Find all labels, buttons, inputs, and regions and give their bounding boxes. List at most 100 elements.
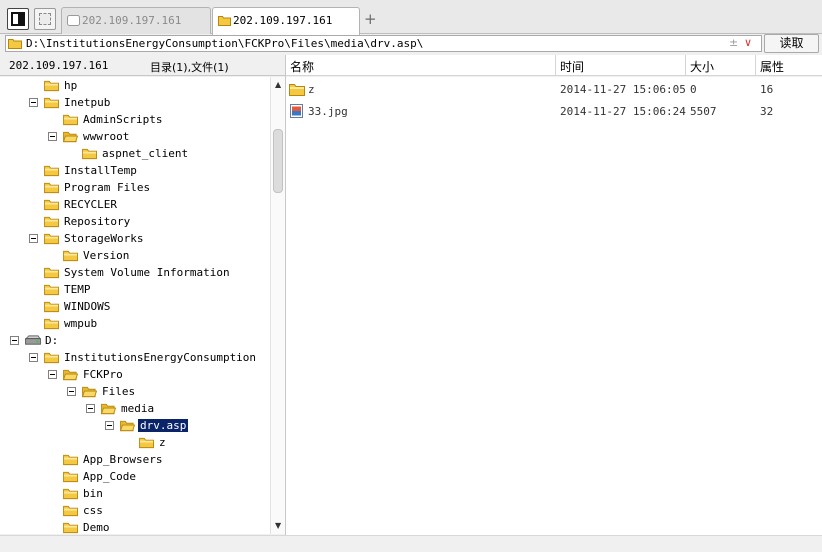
tree-node[interactable]: Program Files: [0, 180, 270, 197]
tree-node-label: media: [121, 402, 155, 415]
file-name: 33.jpg: [308, 105, 348, 118]
tree-scrollbar[interactable]: ▲ ▼: [270, 77, 285, 534]
tree-node[interactable]: FCKPro: [0, 367, 270, 384]
tree-node[interactable]: AdminScripts: [0, 112, 270, 129]
tree-node-label: InstallTemp: [64, 164, 137, 177]
column-attr[interactable]: 属性: [756, 55, 822, 76]
folder-icon: [82, 148, 97, 160]
collapse-icon[interactable]: [48, 370, 57, 379]
tree-node[interactable]: hp: [0, 78, 270, 95]
tree-node-label: RECYCLER: [64, 198, 117, 211]
tree-node-label: Files: [102, 385, 136, 398]
file-row[interactable]: 33.jpg 2014-11-27 15:06:24 5507 32: [286, 101, 822, 122]
tree-node-label: System Volume Information: [64, 266, 230, 279]
tree-node-label: FCKPro: [83, 368, 123, 381]
page-icon: [67, 15, 80, 26]
tree-node[interactable]: Repository: [0, 214, 270, 231]
tree-node[interactable]: Inetpub: [0, 95, 270, 112]
file-time: 2014-11-27 15:06:05: [560, 83, 686, 96]
folder-icon: [44, 165, 59, 177]
screenshot-button[interactable]: [34, 8, 56, 30]
folder-icon: [63, 454, 78, 466]
tree-node[interactable]: wwwroot: [0, 129, 270, 146]
tree-node[interactable]: WINDOWS: [0, 299, 270, 316]
folder-icon: [44, 267, 59, 279]
collapse-icon[interactable]: [29, 234, 38, 243]
tree-node[interactable]: StorageWorks: [0, 231, 270, 248]
tree-node[interactable]: Files: [0, 384, 270, 401]
file-row[interactable]: z 2014-11-27 15:06:05 0 16: [286, 79, 822, 100]
dir-file-count: 目录(1),文件(1): [150, 61, 229, 74]
panel-toggle-button[interactable]: [7, 8, 29, 30]
collapse-icon[interactable]: [29, 98, 38, 107]
column-size[interactable]: 大小: [686, 55, 756, 76]
file-name: z: [308, 83, 315, 96]
tab-host-1[interactable]: 202.109.197.161: [61, 7, 211, 34]
read-button[interactable]: 读取: [764, 34, 819, 53]
tree-node[interactable]: InstallTemp: [0, 163, 270, 180]
tree-node[interactable]: css: [0, 503, 270, 520]
address-path[interactable]: D:\InstitutionsEnergyConsumption\FCKPro\…: [26, 37, 423, 50]
folder-open-icon: [63, 131, 79, 143]
folder-icon: [44, 216, 59, 228]
column-name[interactable]: 名称: [286, 55, 556, 76]
panel-icon: [11, 12, 25, 26]
address-bar[interactable]: D:\InstitutionsEnergyConsumption\FCKPro\…: [5, 35, 762, 52]
tree-node-label: D:: [45, 334, 59, 347]
tree-node[interactable]: App_Code: [0, 469, 270, 486]
tree-node[interactable]: wmpub: [0, 316, 270, 333]
file-list-header: 名称 时间 大小 属性: [286, 55, 822, 76]
tree-node[interactable]: RECYCLER: [0, 197, 270, 214]
tree-node-label: z: [159, 436, 166, 449]
drive-icon: [25, 335, 41, 345]
tree-node[interactable]: media: [0, 401, 270, 418]
tree-node[interactable]: TEMP: [0, 282, 270, 299]
tree-node-label: wmpub: [64, 317, 98, 330]
collapse-icon[interactable]: [10, 336, 19, 345]
tree-node[interactable]: Version: [0, 248, 270, 265]
tree-node[interactable]: aspnet_client: [0, 146, 270, 163]
tree-node-label: Repository: [64, 215, 131, 228]
folder-icon: [63, 471, 78, 483]
collapse-icon[interactable]: [67, 387, 76, 396]
collapse-icon[interactable]: [86, 404, 95, 413]
folder-icon: [63, 250, 78, 262]
folder-icon: [63, 505, 78, 517]
tree-node-label: Program Files: [64, 181, 151, 194]
folder-icon: [44, 233, 59, 245]
tree-node[interactable]: D:: [0, 333, 270, 350]
chevron-down-icon[interactable]: ∨: [744, 36, 752, 49]
plus-minus-icon[interactable]: ±: [729, 36, 738, 49]
tree-node-label: drv.asp: [138, 419, 189, 432]
tree-node[interactable]: System Volume Information: [0, 265, 270, 282]
tree-node[interactable]: Demo: [0, 520, 270, 534]
scroll-down-icon[interactable]: ▼: [275, 521, 281, 530]
left-pane-header: 202.109.197.161 目录(1),文件(1): [0, 55, 285, 76]
tab-bar: 202.109.197.161 202.109.197.161 +: [0, 0, 822, 35]
collapse-icon[interactable]: [29, 353, 38, 362]
scroll-up-icon[interactable]: ▲: [275, 80, 281, 89]
collapse-icon[interactable]: [48, 132, 57, 141]
folder-icon: [44, 284, 59, 296]
scroll-thumb[interactable]: [273, 129, 283, 193]
tree-node-label: bin: [83, 487, 103, 500]
folder-open-icon: [63, 369, 79, 381]
folder-open-icon: [120, 420, 136, 432]
tree-node-label: TEMP: [64, 283, 91, 296]
tab-host-2[interactable]: 202.109.197.161: [212, 7, 360, 35]
tree-node[interactable]: InstitutionsEnergyConsumption: [0, 350, 270, 367]
tree-node[interactable]: bin: [0, 486, 270, 503]
tree-node[interactable]: drv.asp: [0, 418, 270, 435]
folder-icon: [139, 437, 154, 449]
folder-open-icon: [101, 403, 117, 415]
tree-node-label: aspnet_client: [102, 147, 189, 160]
folder-icon: [63, 114, 78, 126]
new-tab-button[interactable]: +: [364, 10, 377, 28]
collapse-icon[interactable]: [105, 421, 114, 430]
file-size: 0: [690, 83, 697, 96]
tree-node[interactable]: App_Browsers: [0, 452, 270, 469]
tree-node-label: AdminScripts: [83, 113, 163, 126]
folder-icon: [44, 318, 59, 330]
column-time[interactable]: 时间: [556, 55, 686, 76]
tree-node[interactable]: z: [0, 435, 270, 452]
